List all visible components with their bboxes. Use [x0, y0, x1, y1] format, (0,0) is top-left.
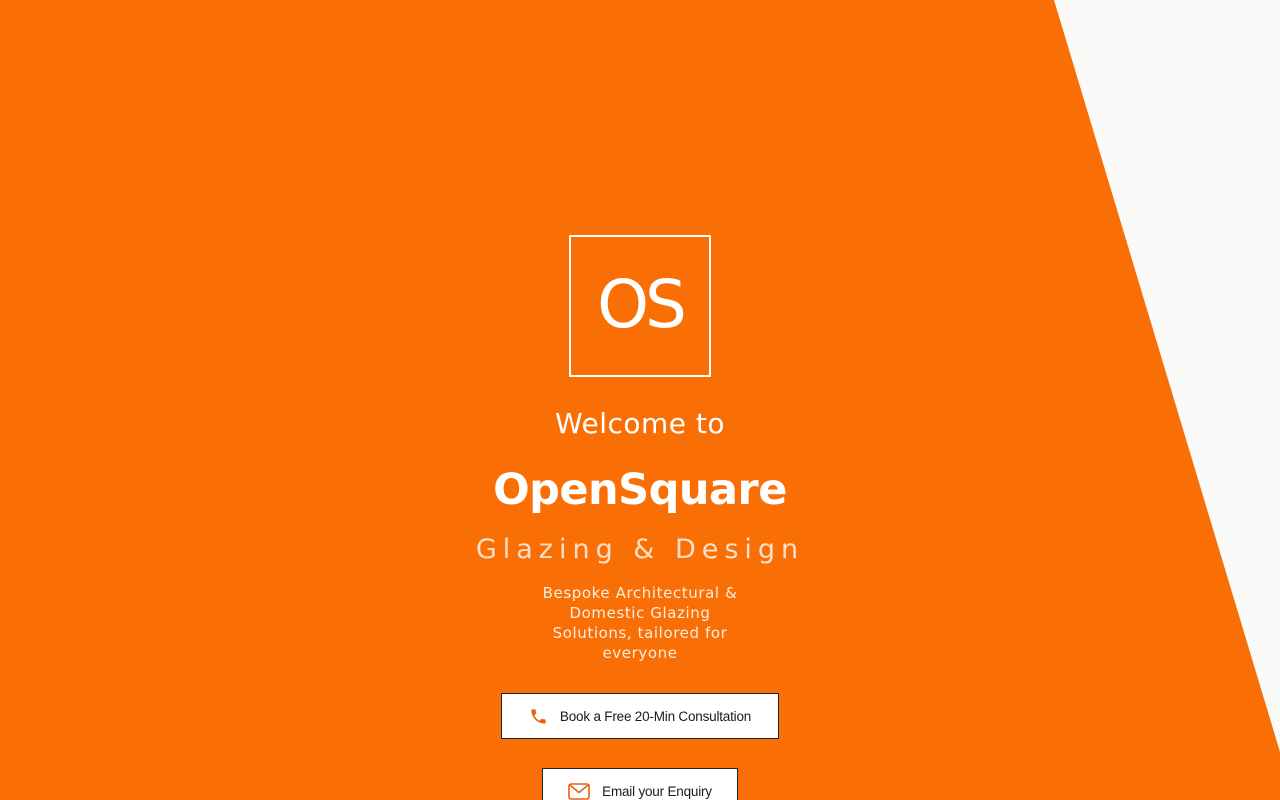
brand-title: OpenSquare — [493, 465, 787, 515]
hero-description: Bespoke Architectural & Domestic Glazing… — [542, 584, 738, 662]
welcome-heading: Welcome to — [554, 407, 726, 440]
tagline: Glazing & Design — [475, 534, 805, 565]
phone-icon — [529, 707, 548, 726]
book-consultation-button[interactable]: Book a Free 20-Min Consultation — [501, 693, 779, 739]
email-enquiry-label: Email your Enquiry — [602, 783, 712, 799]
landing-page: OS Welcome to OpenSquare Glazing & Desig… — [0, 0, 1280, 800]
email-enquiry-button[interactable]: Email your Enquiry — [542, 768, 738, 800]
hero-section: OS Welcome to OpenSquare Glazing & Desig… — [0, 0, 1280, 800]
logo: OS — [569, 235, 711, 377]
envelope-icon — [568, 782, 590, 800]
book-consultation-label: Book a Free 20-Min Consultation — [559, 708, 752, 724]
logo-text: OS — [597, 266, 687, 343]
